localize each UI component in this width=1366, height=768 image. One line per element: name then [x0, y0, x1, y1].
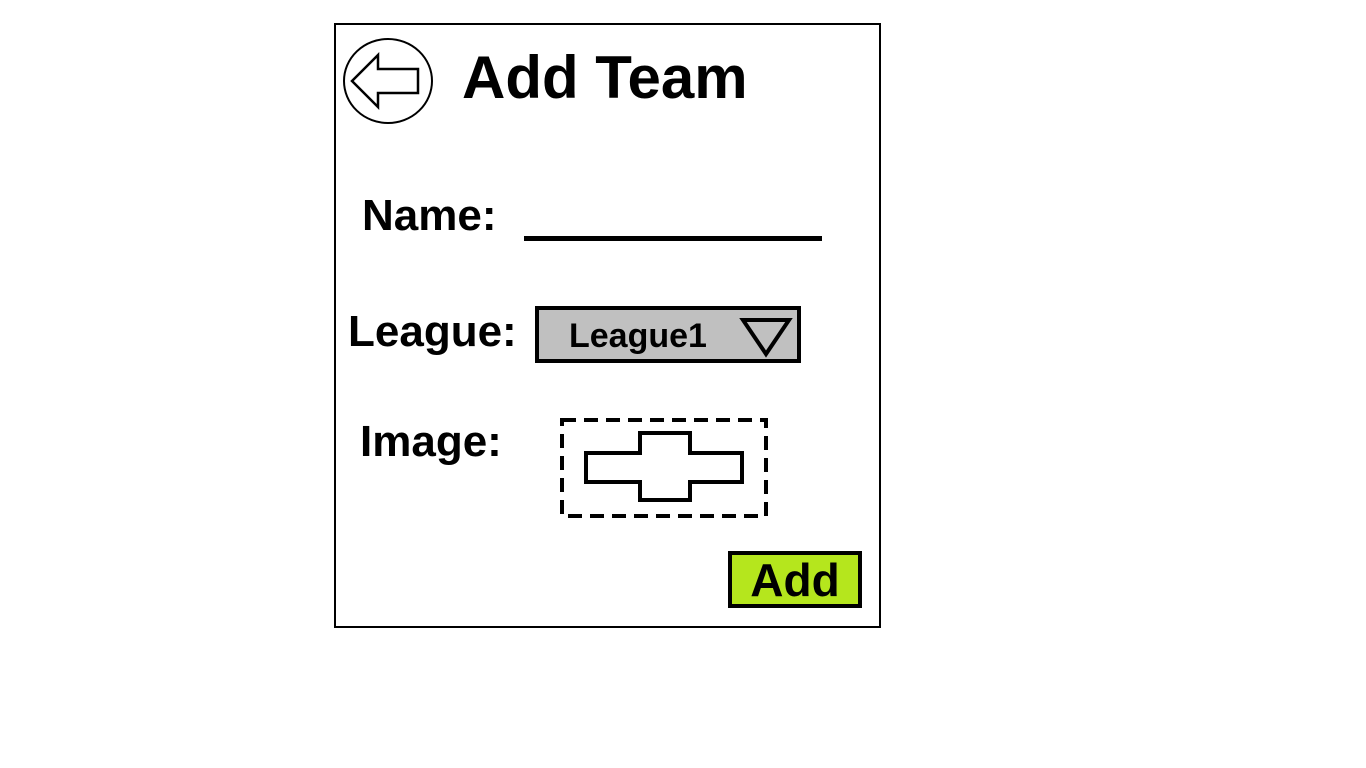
- league-selected-value: League1: [569, 317, 707, 355]
- add-button[interactable]: Add: [728, 551, 862, 608]
- back-button[interactable]: [342, 37, 434, 125]
- name-field[interactable]: [524, 191, 822, 241]
- add-team-screen: Add Team Name: League: League1 Image: Ad…: [334, 23, 881, 628]
- image-placeholder-icon: [584, 431, 744, 502]
- chevron-down-icon: [739, 316, 793, 358]
- name-label: Name:: [362, 191, 497, 240]
- image-label: Image:: [360, 417, 502, 466]
- league-select[interactable]: League1: [535, 306, 801, 363]
- image-upload-area[interactable]: [560, 418, 768, 518]
- page-title: Add Team: [462, 44, 748, 111]
- back-arrow-icon: [343, 38, 433, 124]
- league-label: League:: [348, 307, 517, 356]
